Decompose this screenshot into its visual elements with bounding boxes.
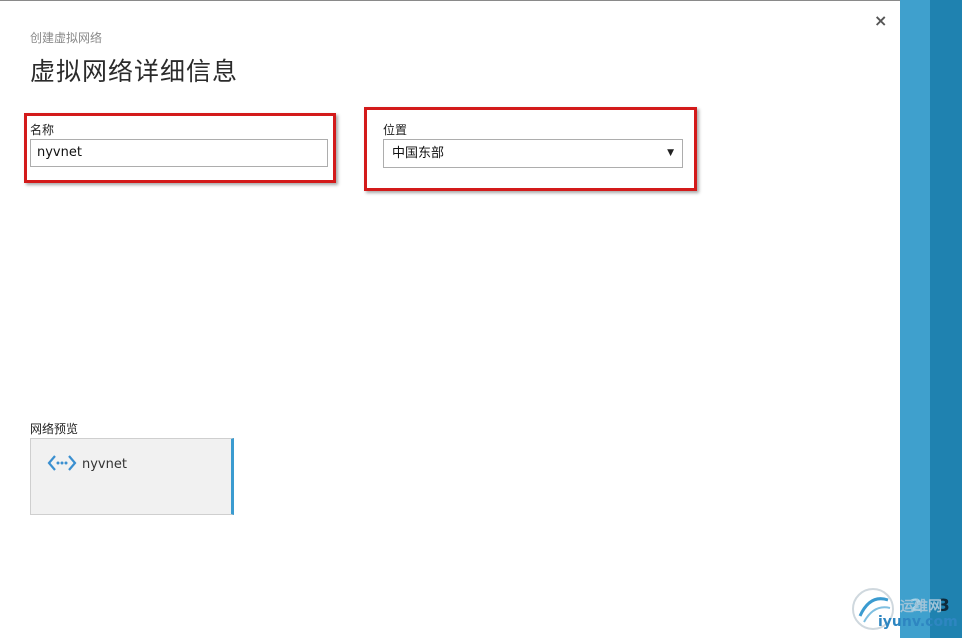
page-title: 虚拟网络详细信息 [30,57,239,86]
dropdown-arrow-icon: ▼ [667,148,674,158]
wizard-step-panel: 2 3 [900,0,962,638]
name-input[interactable]: nyvnet [30,139,328,167]
location-selected-value: 中国东部 [392,146,445,161]
location-select[interactable]: 中国东部 ▼ [383,139,683,168]
virtual-network-icon [47,455,77,471]
breadcrumb: 创建虚拟网络 [30,31,103,45]
watermark-text-domain: iyunv.com [878,614,958,630]
top-border [0,0,900,1]
name-label: 名称 [30,123,55,137]
network-preview-label: 网络预览 [30,422,79,436]
current-step-strip [930,0,962,638]
preview-network-name: nyvnet [82,457,127,472]
close-button[interactable]: × [874,13,887,29]
watermark-text-cn: 运维网 [900,599,942,615]
location-label: 位置 [383,123,408,137]
network-preview-card: nyvnet [30,438,234,515]
